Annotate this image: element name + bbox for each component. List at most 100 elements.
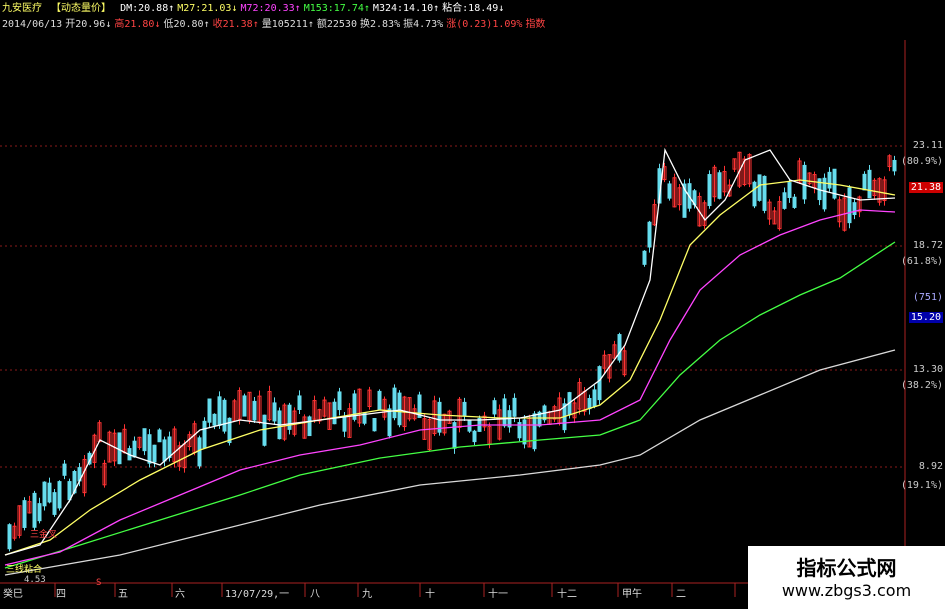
- axis-label: 15.20: [908, 312, 943, 323]
- candle-body: [22, 500, 27, 528]
- header-value: 2014/06/13: [2, 19, 63, 30]
- candle-body: [167, 436, 172, 459]
- ma-line-m72: [4, 209, 896, 566]
- axis-label: (38.2%): [900, 380, 943, 391]
- candle-body: [217, 396, 222, 426]
- candle-body: [827, 171, 832, 189]
- header-value: 高21.80↓: [114, 19, 161, 30]
- header-value: DM:20.88↑: [120, 3, 175, 14]
- candle-body: [802, 164, 807, 200]
- candle-body: [62, 463, 67, 476]
- header-line-1: 九安医疗 【动态量价】 DM:20.88↑ M27:21.03↓ M72:20.33…: [2, 2, 510, 15]
- candle-body: [642, 250, 647, 265]
- watermark-title: 指标公式网: [796, 556, 897, 580]
- candle-body: [587, 398, 592, 410]
- candle-body: [332, 401, 337, 425]
- header-value: M324:14.10↑: [372, 3, 440, 14]
- axis-label: 18.72: [912, 240, 943, 251]
- candle-body: [57, 481, 62, 509]
- candle-body: [37, 503, 42, 522]
- axis-label: 13.30: [912, 364, 943, 375]
- candle-body: [867, 169, 872, 199]
- header-value: 开20.96↓: [65, 19, 112, 30]
- candle-body: [52, 492, 57, 515]
- axis-label: (61.8%): [900, 256, 943, 267]
- candle-body: [297, 395, 302, 410]
- candle-body: [717, 172, 722, 199]
- candle-body: [522, 419, 527, 445]
- candle-body: [132, 440, 137, 458]
- watermark: 指标公式网 www.zbgs3.com: [748, 546, 945, 609]
- axis-label: 8.92: [918, 461, 943, 472]
- axis-label: 23.11: [912, 140, 943, 151]
- header-value: 换2.83%: [359, 19, 401, 30]
- candle-body: [792, 196, 797, 208]
- header-value: 收21.38↑: [212, 19, 259, 30]
- candle-body: [392, 387, 397, 419]
- axis-label: (751): [912, 292, 943, 303]
- candle-body: [252, 400, 257, 421]
- candle-body: [372, 418, 377, 432]
- candle-body: [307, 416, 312, 437]
- ma-line-m27: [4, 179, 896, 556]
- signal-label: 三金叉: [30, 530, 58, 540]
- ma-line-dm: [4, 147, 896, 556]
- header-line-2: 2014/06/13 开20.96↓ 高21.80↓ 低20.80↑ 收21.38↑ 量1…: [2, 18, 551, 31]
- candle-body: [492, 400, 497, 415]
- candle-body: [147, 434, 152, 464]
- candle-body: [757, 174, 762, 201]
- candle-body: [32, 492, 37, 528]
- candle-body: [142, 428, 147, 452]
- candle-body: [67, 481, 72, 501]
- stock-chart-window[interactable]: 九安医疗 【动态量价】 DM:20.88↑ M27:21.03↓ M72:20.33…: [0, 0, 945, 609]
- candle-body: [707, 174, 712, 207]
- candle-body: [47, 482, 52, 503]
- candle-body: [862, 173, 867, 191]
- candle-body: [162, 439, 167, 462]
- candle-body: [512, 397, 517, 417]
- candle-body: [667, 183, 672, 199]
- price-chart[interactable]: [0, 0, 945, 609]
- candle-body: [647, 221, 652, 248]
- candle-body: [787, 182, 792, 198]
- candle-body: [7, 524, 12, 550]
- indicator-name: 【动态量价】: [51, 3, 112, 14]
- candle-body: [752, 181, 757, 207]
- axis-label: (80.9%): [900, 156, 943, 167]
- candle-body: [42, 481, 47, 507]
- header-value: M72:20.33↑: [240, 3, 301, 14]
- watermark-url: www.zbgs3.com: [781, 581, 912, 600]
- candle-body: [387, 408, 392, 437]
- candle-body: [207, 398, 212, 423]
- stock-name: 九安医疗: [2, 3, 42, 14]
- candle-body: [597, 366, 602, 401]
- ma-line-m153: [4, 241, 896, 569]
- axis-label: (19.1%): [900, 480, 943, 491]
- header-value: 额22530: [316, 19, 357, 30]
- candle-body: [762, 175, 767, 211]
- candle-body: [152, 444, 157, 463]
- candle-body: [532, 413, 537, 450]
- candle-body: [212, 413, 217, 426]
- header-value: 涨(0.23)1.09%: [446, 19, 523, 30]
- candle-body: [117, 432, 122, 465]
- header-value: 量105211↑: [261, 19, 314, 30]
- candle-body: [262, 414, 267, 446]
- candle-body: [892, 159, 897, 172]
- header-value: 低20.80↑: [163, 19, 210, 30]
- candle-body: [852, 202, 857, 216]
- candle-body: [592, 389, 597, 408]
- axis-label: 21.38: [908, 182, 943, 193]
- candle-body: [617, 334, 622, 361]
- candle-body: [157, 429, 162, 443]
- ma-line-m324: [4, 349, 896, 576]
- header-value: 指数: [525, 19, 546, 30]
- candle-body: [462, 401, 467, 417]
- candle-body: [197, 437, 202, 467]
- header-value: M153:17.74↑: [303, 3, 370, 14]
- candle-body: [502, 398, 507, 427]
- candle-body: [397, 392, 402, 426]
- candle-body: [242, 395, 247, 417]
- candle-body: [847, 187, 852, 224]
- candle-body: [222, 399, 227, 432]
